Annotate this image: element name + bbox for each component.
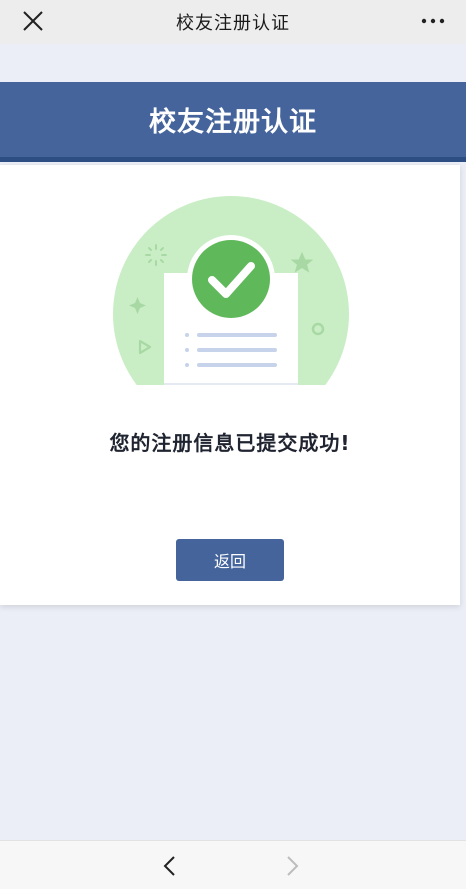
chevron-right-icon[interactable] [282,855,302,877]
page-title: 校友注册认证 [149,107,317,138]
bottom-nav-bar [0,840,466,889]
nav-title: 校友注册认证 [176,13,290,34]
close-icon[interactable] [20,8,46,34]
banner-divider [0,157,466,162]
more-dots-icon[interactable] [420,14,446,28]
header-banner: 校友注册认证 [0,82,466,157]
chevron-left-icon[interactable] [160,855,180,877]
top-nav-bar: 校友注册认证 [0,0,466,44]
result-card: 您的注册信息已提交成功! 返回 [0,165,460,605]
return-button[interactable]: 返回 [176,539,284,581]
success-check-document-illustration [113,196,349,385]
success-message: 您的注册信息已提交成功! [109,431,351,455]
